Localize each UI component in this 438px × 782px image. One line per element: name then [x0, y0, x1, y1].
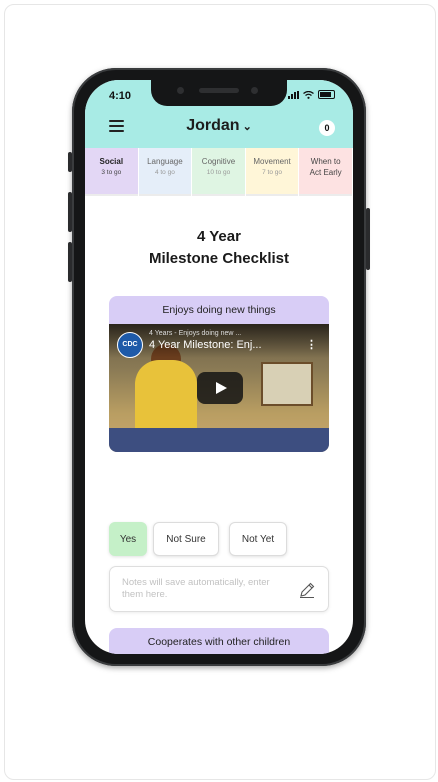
status-icons [288, 90, 335, 99]
battery-icon [318, 90, 335, 99]
speaker-grille [199, 88, 239, 93]
milestone-card: Enjoys doing new things CDC 4 Years - En… [109, 296, 329, 452]
play-icon[interactable] [197, 372, 243, 404]
milestone-heading: Enjoys doing new things [109, 296, 329, 324]
notes-field[interactable]: Notes will save automatically, enter the… [109, 566, 329, 612]
power-button [366, 208, 370, 270]
volume-up-button [68, 192, 72, 232]
tab-remaining: 3 to go [101, 169, 122, 176]
tab-remaining: 7 to go [262, 169, 283, 176]
tab-label: When to [310, 157, 341, 166]
notch [151, 80, 287, 106]
tab-when-to-act-early[interactable]: When to Act Early [299, 148, 352, 196]
pencil-icon[interactable] [298, 581, 316, 599]
more-options-icon[interactable]: ⋮ [306, 338, 317, 351]
wifi-icon [303, 90, 314, 99]
phone-screen: 4:10 Jordan ⌄ 0 Social 3 to go Language 4… [85, 80, 353, 654]
category-tabs: Social 3 to go Language 4 to go Cognitiv… [85, 148, 353, 198]
tab-label: Cognitive [201, 157, 236, 166]
notes-placeholder: Notes will save automatically, enter the… [122, 577, 270, 600]
signal-icon [288, 90, 299, 99]
milestone-card: Cooperates with other children [109, 628, 329, 654]
not-yet-button[interactable]: Not Yet [229, 522, 287, 556]
chevron-down-icon: ⌄ [242, 121, 252, 133]
mute-switch [68, 152, 72, 172]
tab-language[interactable]: Language 4 to go [138, 148, 192, 196]
tab-label: Language [147, 157, 183, 166]
volume-down-button [68, 242, 72, 282]
tab-label-line2: Act Early [309, 168, 342, 177]
yes-button[interactable]: Yes [109, 522, 147, 556]
video-title[interactable]: 4 Year Milestone: Enj... [149, 339, 262, 351]
page-title-line2: Milestone Checklist [148, 250, 290, 267]
child-name: Jordan [186, 117, 240, 134]
not-sure-button[interactable]: Not Sure [153, 522, 219, 556]
status-time: 4:10 [109, 90, 132, 102]
tab-remaining: 10 to go [206, 169, 231, 176]
tab-remaining: 4 to go [154, 169, 175, 176]
answer-buttons: Yes Not Sure Not Yet [109, 522, 329, 556]
page-title: 4 Year Milestone Checklist [85, 226, 353, 270]
video-frame-floor [109, 428, 329, 452]
notification-badge[interactable]: 0 [319, 120, 335, 136]
cdc-logo[interactable]: CDC [117, 332, 143, 358]
tab-label: Movement [253, 157, 291, 166]
milestone-heading: Cooperates with other children [109, 628, 329, 654]
tab-social[interactable]: Social 3 to go [85, 148, 138, 196]
video-subtitle: 4 Years - Enjoys doing new ... [149, 330, 242, 337]
child-selector[interactable]: Jordan ⌄ [85, 117, 353, 135]
sensor-icon [177, 87, 184, 94]
tab-cognitive[interactable]: Cognitive 10 to go [192, 148, 245, 196]
tab-label: Social [99, 157, 124, 166]
page-title-line1: 4 Year [197, 228, 241, 245]
phone-device: 4:10 Jordan ⌄ 0 Social 3 to go Language 4… [68, 68, 370, 666]
video-frame-board [261, 362, 313, 406]
tab-movement[interactable]: Movement 7 to go [245, 148, 299, 196]
video-player[interactable]: CDC 4 Years - Enjoys doing new ... 4 Yea… [109, 324, 329, 452]
camera-icon [251, 87, 258, 94]
